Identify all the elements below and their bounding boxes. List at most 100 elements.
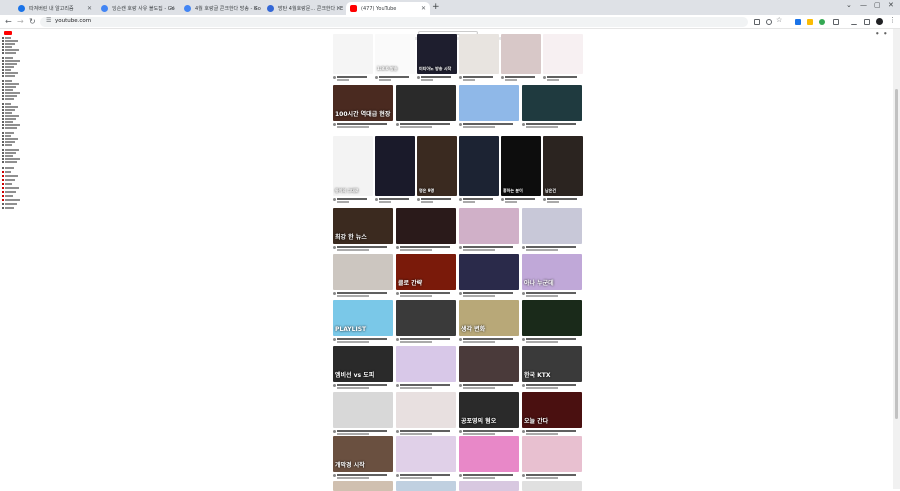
guide-item[interactable] [2, 141, 15, 143]
video-thumbnail[interactable]: 미티아노 방송 시작 [417, 34, 457, 74]
channel-avatar[interactable] [333, 474, 336, 477]
video-thumbnail[interactable] [396, 481, 456, 491]
video-thumbnail[interactable]: PLAYLIST [333, 300, 393, 336]
video-title[interactable] [526, 246, 576, 248]
video-thumbnail[interactable]: 한국 KTX [522, 346, 582, 382]
video-title[interactable] [400, 430, 450, 432]
channel-avatar[interactable] [543, 76, 546, 79]
guide-item[interactable] [2, 158, 20, 160]
video-title[interactable] [463, 198, 493, 200]
forward-icon[interactable]: → [17, 17, 24, 26]
guide-item[interactable] [2, 199, 20, 201]
video-thumbnail[interactable] [333, 254, 393, 290]
guide-item[interactable] [2, 138, 18, 140]
video-thumbnail[interactable]: 엠비선 vs 도피 [333, 346, 393, 382]
video-title[interactable] [463, 430, 513, 432]
guide-item[interactable] [2, 95, 17, 97]
video-title[interactable] [463, 338, 513, 340]
video-thumbnail[interactable] [396, 208, 456, 244]
video-title[interactable] [463, 246, 513, 248]
channel-avatar[interactable] [522, 430, 525, 433]
channel-avatar[interactable] [396, 123, 399, 126]
video-thumbnail[interactable] [333, 392, 393, 428]
guide-item[interactable] [2, 49, 19, 51]
channel-avatar[interactable] [417, 198, 420, 201]
channel-avatar[interactable] [459, 430, 462, 433]
video-thumbnail[interactable] [459, 34, 499, 74]
video-thumbnail[interactable] [333, 34, 373, 74]
video-title[interactable] [463, 292, 513, 294]
video-thumbnail[interactable]: 남은건 [543, 136, 583, 196]
channel-avatar[interactable] [396, 474, 399, 477]
guide-item[interactable] [2, 144, 12, 146]
video-thumbnail[interactable] [522, 208, 582, 244]
video-title[interactable] [526, 430, 576, 432]
video-title[interactable] [337, 123, 387, 125]
channel-avatar[interactable] [459, 246, 462, 249]
video-thumbnail[interactable]: 아나 누군데 [522, 254, 582, 290]
account-avatar[interactable]: ● [884, 31, 887, 35]
guide-item[interactable] [2, 191, 16, 193]
video-thumbnail[interactable]: 생각 변화 [459, 300, 519, 336]
guide-item[interactable] [2, 167, 14, 169]
page-scrollbar[interactable] [893, 29, 900, 489]
guide-item[interactable] [2, 132, 14, 134]
video-thumbnail[interactable]: 클로 간략 [396, 254, 456, 290]
channel-avatar[interactable] [522, 123, 525, 126]
guide-item[interactable] [2, 203, 17, 205]
video-title[interactable] [337, 430, 387, 432]
video-thumbnail[interactable] [396, 300, 456, 336]
guide-item[interactable] [2, 124, 20, 126]
video-title[interactable] [337, 76, 367, 78]
guide-item[interactable] [2, 46, 12, 48]
channel-avatar[interactable] [375, 198, 378, 201]
channel-avatar[interactable] [333, 430, 336, 433]
close-tab-icon[interactable]: ✕ [87, 5, 92, 12]
channel-avatar[interactable] [396, 384, 399, 387]
guide-item[interactable] [2, 175, 18, 177]
video-title[interactable] [526, 384, 576, 386]
channel-avatar[interactable] [543, 198, 546, 201]
more-menu-icon[interactable]: ⋮ [889, 16, 896, 24]
channel-avatar[interactable] [333, 246, 336, 249]
channel-avatar[interactable] [333, 338, 336, 341]
new-tab-button[interactable]: + [432, 2, 440, 12]
guide-item[interactable] [2, 98, 14, 100]
guide-item[interactable] [2, 57, 13, 59]
browser-tab[interactable]: 잉슨캔 호랑 사유 블도집 - Go ✕ [97, 2, 179, 15]
guide-item[interactable] [2, 83, 19, 85]
channel-avatar[interactable] [459, 76, 462, 79]
zoom-icon[interactable] [766, 19, 772, 25]
channel-avatar[interactable] [522, 292, 525, 295]
guide-item[interactable] [2, 106, 18, 108]
bookmark-star-icon[interactable]: ☆ [776, 16, 782, 24]
close-window-button[interactable]: ✕ [888, 1, 894, 9]
install-app-icon[interactable] [754, 19, 760, 25]
guide-item[interactable] [2, 135, 11, 137]
video-title[interactable] [400, 474, 450, 476]
guide-item[interactable] [2, 69, 11, 71]
video-title[interactable] [400, 384, 450, 386]
video-thumbnail[interactable] [522, 481, 582, 491]
video-thumbnail[interactable] [459, 208, 519, 244]
guide-item[interactable] [2, 171, 11, 173]
guide-item[interactable] [2, 80, 12, 82]
video-title[interactable] [505, 198, 535, 200]
guide-item[interactable] [2, 115, 19, 117]
guide-item[interactable] [2, 103, 11, 105]
video-title[interactable] [337, 338, 387, 340]
video-title[interactable] [505, 76, 535, 78]
reload-icon[interactable]: ↻ [29, 17, 36, 26]
video-thumbnail[interactable] [396, 392, 456, 428]
channel-avatar[interactable] [396, 338, 399, 341]
video-title[interactable] [337, 292, 387, 294]
extensions-puzzle-icon[interactable] [833, 19, 839, 25]
guide-item[interactable] [2, 112, 12, 114]
guide-item[interactable] [2, 207, 14, 209]
video-thumbnail[interactable]: 명은 9명 [417, 136, 457, 196]
video-thumbnail[interactable] [459, 85, 519, 121]
video-thumbnail[interactable]: 1:8:0 방송 [375, 34, 415, 74]
channel-avatar[interactable] [333, 76, 336, 79]
video-title[interactable] [400, 246, 450, 248]
channel-avatar[interactable] [459, 292, 462, 295]
